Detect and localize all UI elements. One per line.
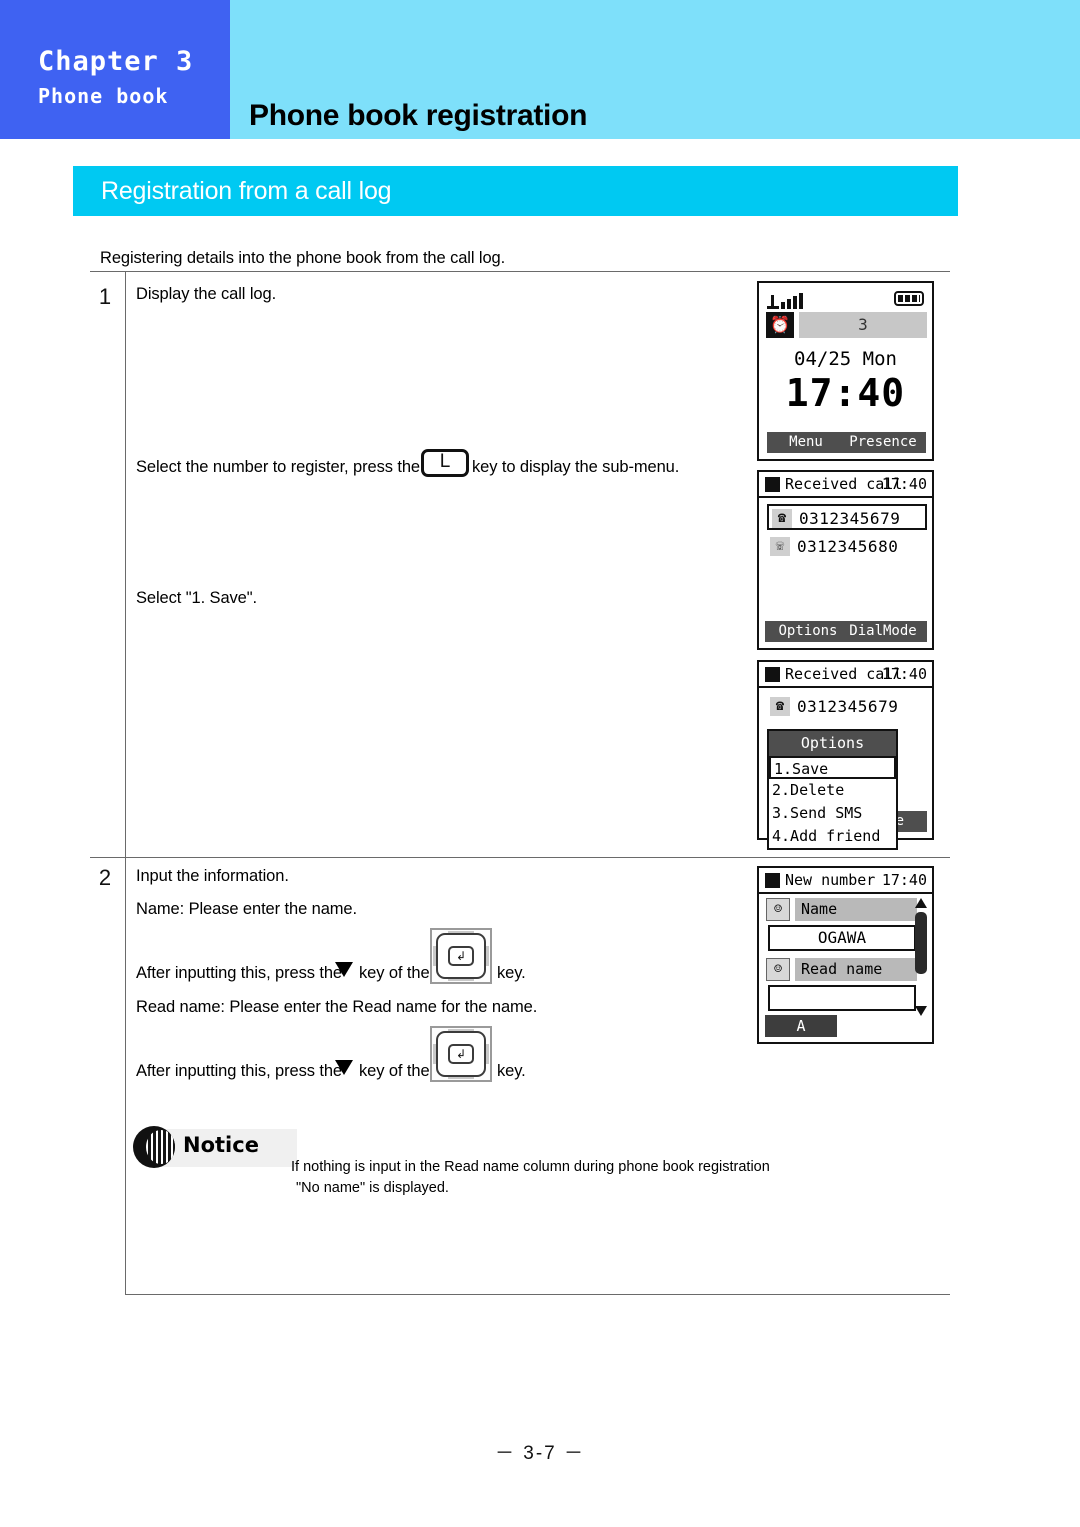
battery-icon: [894, 291, 924, 306]
step-1-line-3: Select "1. Save".: [136, 589, 257, 607]
phone-screen-standby: ⏰ 3 04/25 Mon 17:40 Menu Presence: [757, 281, 934, 461]
scroll-up-arrow-icon[interactable]: [915, 898, 927, 908]
nav-enter-key-graphic: ↲: [430, 1026, 492, 1082]
table-vertical-rule: [125, 271, 126, 1295]
name-field-label: Name: [795, 898, 917, 921]
read-name-field-label: Read name: [795, 958, 917, 981]
call-log-entry[interactable]: ☏ 0312345680: [767, 534, 927, 560]
options-title-bar: Received call 17:40: [759, 664, 932, 688]
step-2-line-1: Input the information.: [136, 867, 289, 885]
table-bottom-rule: [125, 1294, 950, 1295]
notice-text-line-2: "No name" is displayed.: [296, 1180, 449, 1196]
call-log-number: 0312345680: [797, 537, 899, 556]
alarm-clock-icon: ⏰: [766, 312, 794, 338]
step-2-line-3c: key.: [497, 964, 526, 982]
notice-text-line-1: If nothing is input in the Read name col…: [291, 1159, 770, 1175]
table-top-rule: [90, 271, 950, 272]
menu-item-delete[interactable]: 2.Delete: [769, 779, 896, 802]
step-2-line-4: Read name: Please enter the Read name fo…: [136, 998, 538, 1016]
enter-key-icon: ↲: [448, 1044, 474, 1064]
page-title: Phone book registration: [249, 99, 588, 132]
new-number-time: 17:40: [881, 871, 927, 889]
standby-date: 04/25 Mon: [794, 348, 897, 370]
options-screen-time: 17:40: [881, 665, 927, 683]
section-title: Registration from a call log: [101, 177, 392, 205]
page-number-footer: － 3-7 －: [494, 1443, 586, 1464]
phone-screen-new-number: New number 17:40 ☺ Name OGAWA ☺ Read nam…: [757, 866, 934, 1044]
title-marker-icon: [765, 873, 780, 888]
person-icon: ☺: [766, 958, 790, 981]
call-log-number: 0312345679: [797, 697, 899, 716]
step-2-number: 2: [98, 865, 112, 890]
chapter-subtitle-label: Phone book: [38, 84, 169, 108]
table-middle-rule: [90, 857, 950, 858]
notice-label: Notice: [183, 1133, 259, 1157]
new-number-title: New number: [785, 871, 876, 889]
enter-key-icon: ↲: [448, 946, 474, 966]
step-1-line-1: Display the call log.: [136, 285, 277, 303]
options-popup: Options 1.Save 2.Delete 3.Send SMS 4.Add…: [767, 729, 898, 850]
step-1-line-2a: Select the number to register, press the: [136, 458, 420, 476]
step-2-line-2: Name: Please enter the name.: [136, 900, 357, 918]
menu-item-add-friend[interactable]: 4.Add friend: [769, 825, 896, 848]
incoming-call-icon: ☎: [770, 697, 790, 716]
scrollbar-thumb[interactable]: [915, 912, 927, 974]
down-arrow-icon: [335, 962, 353, 977]
step-1-number: 1: [98, 284, 112, 309]
page-header-band: Chapter 3 Phone book Phone book registra…: [0, 0, 1080, 139]
softkey-dialmode[interactable]: DialMode: [839, 621, 927, 642]
title-marker-icon: [765, 667, 780, 682]
incoming-call-icon: ☎: [772, 509, 792, 528]
scroll-down-arrow-icon[interactable]: [915, 1006, 927, 1016]
phone-screen-options-menu: Received call 17:40 ☎ 0312345679 lMode O…: [757, 660, 934, 850]
notice-icon: [133, 1126, 175, 1168]
input-mode-indicator: A: [765, 1015, 837, 1037]
missed-call-icon: ☏: [770, 537, 790, 556]
signal-strength-icon: [767, 289, 817, 309]
person-icon: ☺: [766, 898, 790, 921]
phone-screen-call-log: Received call 17:40 ☎ 0312345679 ☏ 03123…: [757, 470, 934, 650]
softkey-menu[interactable]: Menu: [767, 432, 845, 453]
intro-text: Registering details into the phone book …: [100, 249, 506, 267]
name-input[interactable]: OGAWA: [768, 925, 916, 951]
read-name-input[interactable]: [768, 985, 916, 1011]
l-key-graphic: L: [421, 449, 469, 477]
call-log-time: 17:40: [881, 475, 927, 493]
call-log-number: 0312345679: [799, 509, 901, 528]
new-number-title-bar: New number 17:40: [759, 870, 932, 894]
scrollbar[interactable]: [915, 898, 927, 1016]
options-popup-title: Options: [769, 731, 896, 756]
call-log-title-bar: Received call 17:40: [759, 474, 932, 498]
step-1-line-2b: key to display the sub-menu.: [472, 458, 680, 476]
notification-count: 3: [799, 312, 927, 338]
down-arrow-icon: [335, 1060, 353, 1075]
menu-item-save[interactable]: 1.Save: [769, 756, 896, 779]
chapter-number-label: Chapter 3: [38, 46, 194, 77]
softkey-presence[interactable]: Presence: [840, 432, 926, 453]
call-log-entry-selected[interactable]: ☎ 0312345679: [767, 504, 927, 530]
step-2-line-3b: key of the: [359, 964, 430, 982]
l-key-label: L: [439, 451, 451, 472]
title-marker-icon: [765, 477, 780, 492]
section-banner: Registration from a call log: [73, 166, 958, 216]
step-2-line-5b: key of the: [359, 1062, 430, 1080]
step-2-line-5c: key.: [497, 1062, 526, 1080]
call-log-entry[interactable]: ☎ 0312345679: [767, 694, 927, 720]
step-2-line-3a: After inputting this, press the: [136, 964, 343, 982]
chapter-box: Chapter 3 Phone book: [0, 0, 230, 139]
step-2-line-5a: After inputting this, press the: [136, 1062, 343, 1080]
nav-enter-key-graphic: ↲: [430, 928, 492, 984]
standby-time: 17:40: [785, 371, 906, 415]
menu-item-send-sms[interactable]: 3.Send SMS: [769, 802, 896, 825]
